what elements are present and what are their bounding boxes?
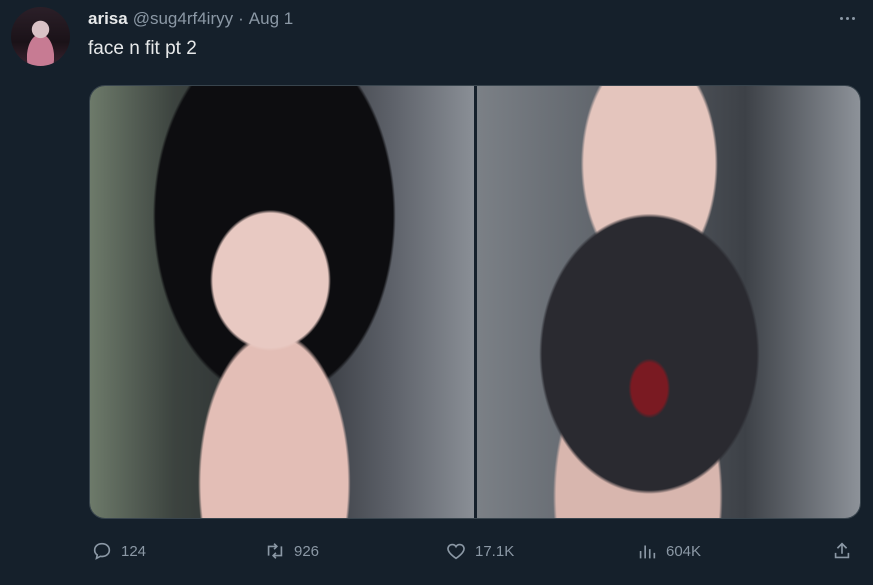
tweet-text: face n fit pt 2 xyxy=(88,38,197,59)
retweet-button[interactable]: 926 xyxy=(264,536,319,566)
like-count: 17.1K xyxy=(475,542,515,560)
share-icon xyxy=(834,542,850,559)
media-grid xyxy=(89,85,861,519)
user-handle[interactable]: @sug4rf4iryy xyxy=(133,9,233,29)
display-name[interactable]: arisa xyxy=(88,9,128,29)
retweet-count: 926 xyxy=(294,542,320,560)
view-count: 604K xyxy=(666,542,702,560)
share-button[interactable] xyxy=(831,536,853,566)
photo-2[interactable] xyxy=(476,86,860,518)
retweet-icon xyxy=(267,543,283,559)
separator: · xyxy=(238,9,244,28)
action-bar: 124 926 17.1K 604K xyxy=(89,536,861,566)
views-icon xyxy=(639,545,656,559)
tweet-header: arisa @sug4rf4iryy · Aug 1 xyxy=(88,9,293,31)
more-icon[interactable] xyxy=(835,8,859,28)
reply-count: 124 xyxy=(121,542,147,560)
reply-icon xyxy=(93,542,111,560)
timestamp[interactable]: Aug 1 xyxy=(249,9,293,29)
avatar[interactable] xyxy=(11,7,70,66)
views-button[interactable]: 604K xyxy=(636,536,701,566)
photo-1[interactable] xyxy=(90,86,474,518)
heart-icon xyxy=(447,543,465,560)
reply-button[interactable]: 124 xyxy=(91,536,146,566)
like-button[interactable]: 17.1K xyxy=(445,536,514,566)
